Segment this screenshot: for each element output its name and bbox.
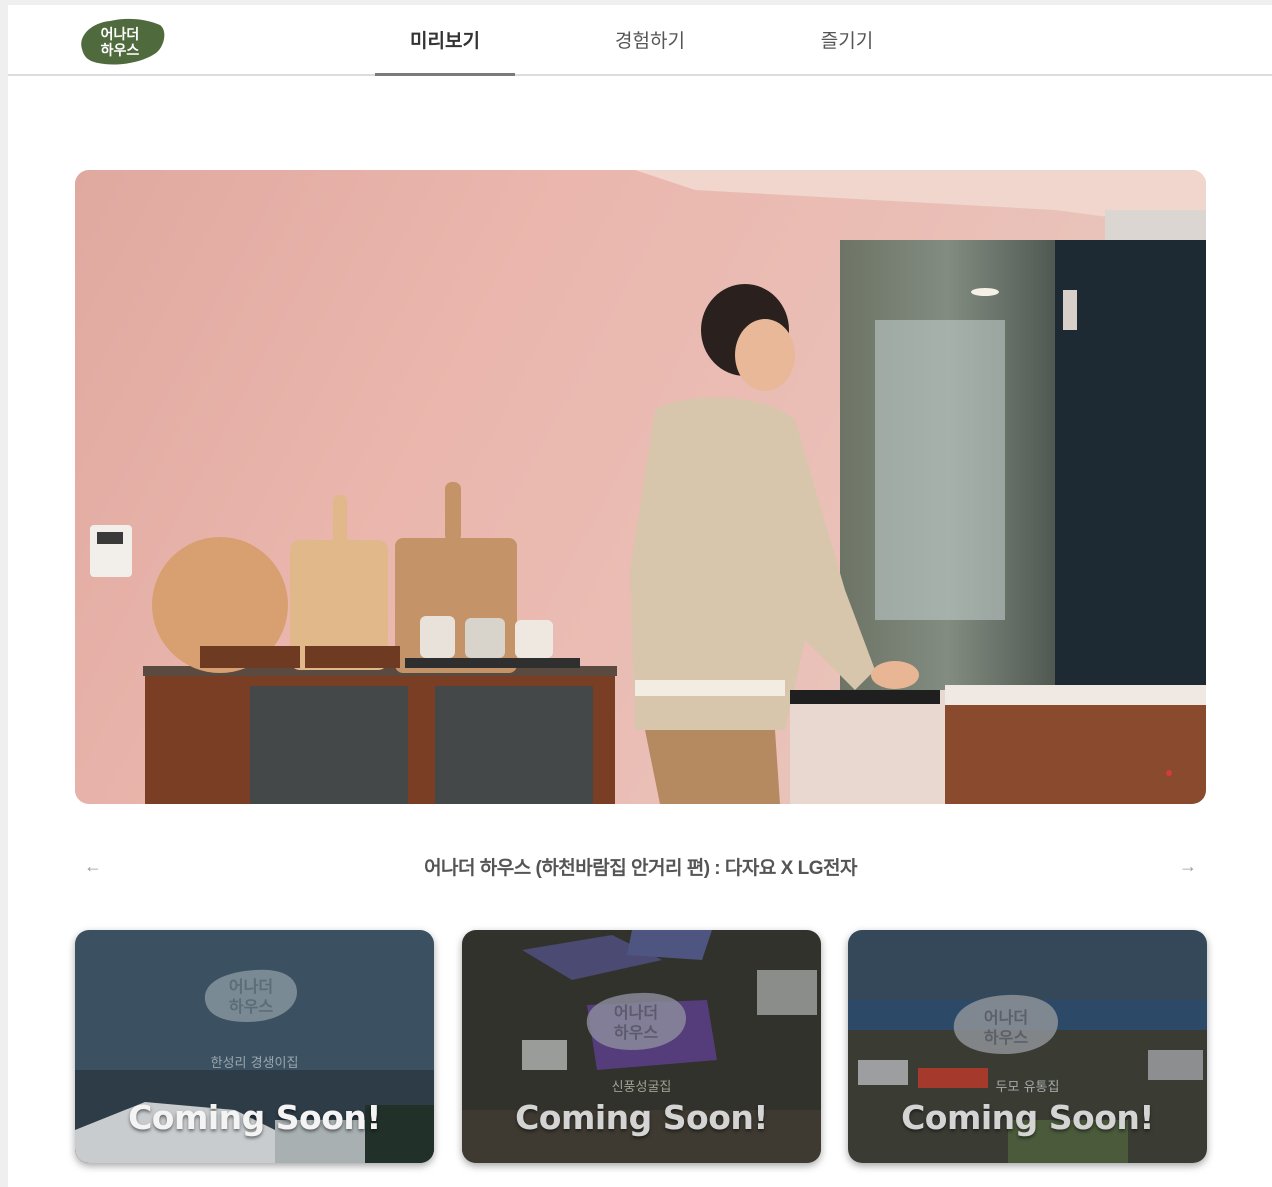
video-caption-row: ← 어나더 하우스 (하천바람집 안거리 편) : 다자요 X LG전자 → bbox=[75, 848, 1206, 884]
svg-text:하우스: 하우스 bbox=[984, 1028, 1028, 1047]
svg-text:하우스: 하우스 bbox=[614, 1023, 658, 1042]
house-card-list: 어나더 하우스 한성리 경생이집 Coming Soon! 어나더 하우스 신풍… bbox=[0, 930, 1272, 1164]
nav-tab-label: 경험하기 bbox=[615, 31, 685, 52]
prev-button[interactable]: ← bbox=[75, 848, 111, 884]
arrow-left-icon: ← bbox=[84, 855, 102, 876]
card-sub-label: 신풍성굴집 bbox=[611, 1080, 672, 1095]
house-card[interactable]: 어나더 하우스 한성리 경생이집 Coming Soon! bbox=[75, 930, 434, 1163]
svg-text:어나더: 어나더 bbox=[984, 1008, 1028, 1027]
coming-soon-label: Coming Soon! bbox=[128, 1098, 381, 1137]
nav-tab-label: 즐기기 bbox=[820, 31, 874, 52]
site-header: 어나더 하우스 미리보기 경험하기 즐기기 bbox=[8, 5, 1272, 76]
nav-tab-experience[interactable]: 경험하기 bbox=[580, 5, 720, 74]
svg-text:어나더: 어나더 bbox=[101, 26, 140, 43]
svg-text:하우스: 하우스 bbox=[101, 42, 140, 59]
coming-soon-label: Coming Soon! bbox=[515, 1098, 768, 1137]
svg-text:어나더: 어나더 bbox=[229, 977, 273, 996]
house-card[interactable]: 어나더 하우스 두모 유통집 Coming Soon! bbox=[848, 930, 1207, 1163]
svg-text:어나더: 어나더 bbox=[614, 1003, 658, 1022]
nav-tab-enjoy[interactable]: 즐기기 bbox=[777, 5, 917, 74]
video-frame bbox=[75, 170, 1206, 804]
nav-tab-label: 미리보기 bbox=[410, 31, 480, 52]
arrow-right-icon: → bbox=[1179, 855, 1197, 876]
video-player[interactable] bbox=[75, 170, 1206, 804]
card-sub-label: 한성리 경생이집 bbox=[210, 1056, 299, 1071]
video-caption: 어나더 하우스 (하천바람집 안거리 편) : 다자요 X LG전자 bbox=[424, 857, 857, 879]
coming-soon-label: Coming Soon! bbox=[901, 1098, 1154, 1137]
nav-tab-preview[interactable]: 미리보기 bbox=[375, 5, 515, 76]
card-sub-label: 두모 유통집 bbox=[995, 1080, 1060, 1095]
next-button[interactable]: → bbox=[1170, 848, 1206, 884]
house-card[interactable]: 어나더 하우스 신풍성굴집 Coming Soon! bbox=[462, 930, 821, 1163]
svg-text:하우스: 하우스 bbox=[229, 997, 273, 1016]
brand-logo[interactable]: 어나더 하우스 bbox=[76, 13, 168, 69]
